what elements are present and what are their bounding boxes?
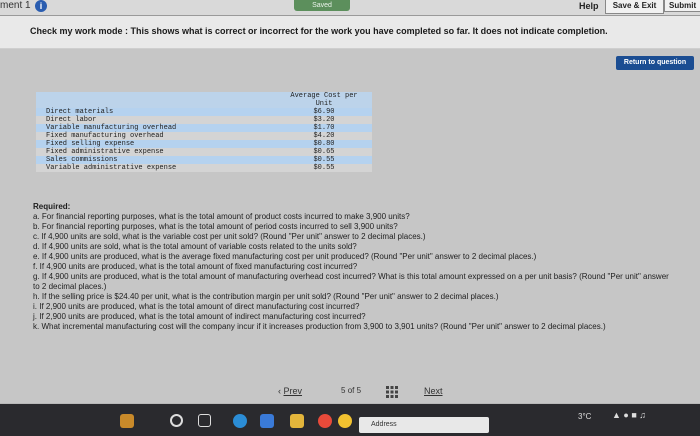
prev-button[interactable]: ‹ Prev	[278, 386, 302, 396]
table-row: Fixed selling expense $0.80	[36, 140, 372, 148]
table-row: Fixed administrative expense $0.65	[36, 148, 372, 156]
table-row: Fixed manufacturing overhead $4.20	[36, 132, 372, 140]
table-row: Direct labor $3.20	[36, 116, 372, 124]
store-icon[interactable]	[260, 414, 274, 428]
cost-label: Direct labor	[36, 116, 276, 124]
question-item: h. If the selling price is $24.40 per un…	[33, 292, 499, 301]
return-to-question-button[interactable]: Return to question	[616, 56, 694, 70]
weather-temperature: 3°C	[578, 412, 592, 421]
cost-value: $6.90	[276, 108, 372, 116]
cost-label: Fixed administrative expense	[36, 148, 276, 156]
cost-table-header: Average Cost per Unit	[276, 92, 372, 108]
next-button[interactable]: Next	[424, 386, 443, 396]
submit-button[interactable]: Submit	[664, 0, 700, 12]
question-item: g. If 4,900 units are produced, what is …	[33, 272, 669, 291]
cost-value: $4.20	[276, 132, 372, 140]
cost-label: Variable manufacturing overhead	[36, 124, 276, 132]
table-row: Variable administrative expense $0.55	[36, 164, 372, 172]
question-item: j. If 2,900 units are produced, what is …	[33, 312, 366, 321]
table-row: Variable manufacturing overhead $1.70	[36, 124, 372, 132]
search-icon[interactable]	[170, 414, 183, 427]
required-heading: Required:	[33, 202, 71, 211]
cost-value: $0.55	[276, 156, 372, 164]
edge-icon[interactable]	[233, 414, 247, 428]
os-taskbar: Address 3°C ▲ ● ■ ♫	[0, 404, 700, 436]
cost-value: $0.80	[276, 140, 372, 148]
help-link[interactable]: Help	[579, 0, 599, 12]
task-view-icon[interactable]	[198, 414, 211, 427]
cost-value: $0.65	[276, 148, 372, 156]
saved-status-badge: Saved	[294, 0, 350, 11]
question-item: k. What incremental manufacturing cost w…	[33, 322, 606, 331]
question-item: b. For financial reporting purposes, wha…	[33, 222, 398, 231]
folder-icon[interactable]	[290, 414, 304, 428]
app-icon[interactable]	[120, 414, 134, 428]
cost-label: Variable administrative expense	[36, 164, 276, 172]
cost-label: Fixed manufacturing overhead	[36, 132, 276, 140]
cost-label: Fixed selling expense	[36, 140, 276, 148]
cost-table: Average Cost per Unit Direct materials $…	[36, 92, 372, 172]
cost-label: Sales commissions	[36, 156, 276, 164]
banner-text: Check my work mode : This shows what is …	[30, 26, 608, 36]
question-item: f. If 4,900 units are produced, what is …	[33, 262, 358, 271]
address-bar[interactable]: Address	[359, 417, 489, 433]
assignment-title: ment 1	[0, 0, 31, 11]
cost-label: Direct materials	[36, 108, 276, 116]
table-row: Sales commissions $0.55	[36, 156, 372, 164]
pagination: ‹ Prev 5 of 5 Next	[0, 383, 700, 401]
cost-value: $3.20	[276, 116, 372, 124]
check-work-banner: Check my work mode : This shows what is …	[0, 16, 700, 49]
cost-value: $0.55	[276, 164, 372, 172]
question-item: c. If 4,900 units are sold, what is the …	[33, 232, 426, 241]
required-questions: Required: a. For financial reporting pur…	[33, 202, 673, 332]
save-exit-button[interactable]: Save & Exit	[605, 0, 664, 14]
mail-icon[interactable]	[318, 414, 332, 428]
grid-icon[interactable]	[386, 386, 398, 398]
top-toolbar: ment 1 i Saved Help Save & Exit Submit	[0, 0, 700, 16]
question-item: d. If 4,900 units are sold, what is the …	[33, 242, 357, 251]
system-tray-icons[interactable]: ▲ ● ■ ♫	[612, 410, 646, 420]
question-item: a. For financial reporting purposes, wha…	[33, 212, 410, 221]
question-item: e. If 4,900 units are produced, what is …	[33, 252, 537, 261]
page-indicator: 5 of 5	[341, 386, 362, 395]
chrome-icon[interactable]	[338, 414, 352, 428]
info-icon[interactable]: i	[35, 0, 47, 12]
question-item: i. If 2,900 units are produced, what is …	[33, 302, 360, 311]
table-row: Direct materials $6.90	[36, 108, 372, 116]
cost-value: $1.70	[276, 124, 372, 132]
